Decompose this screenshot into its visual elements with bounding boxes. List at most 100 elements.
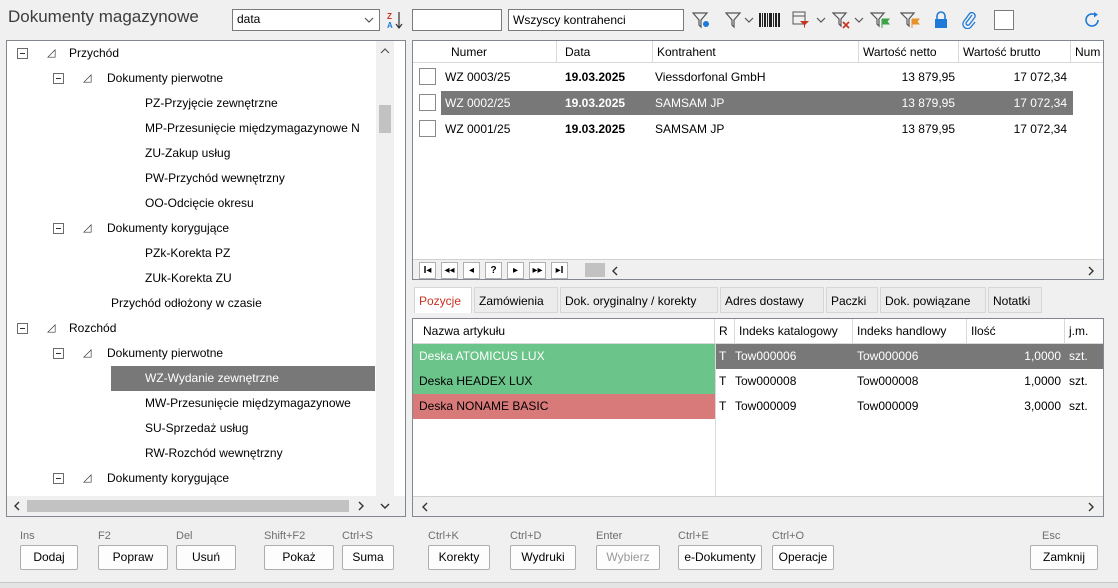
- grid-nav-button[interactable]: ▸▸: [529, 262, 546, 279]
- filter-select[interactable]: data: [232, 9, 380, 31]
- lock-icon[interactable]: [930, 9, 952, 31]
- chevron-right-icon[interactable]: [1083, 497, 1099, 516]
- column-header[interactable]: Nazwa artykułu: [413, 319, 715, 344]
- usu--button[interactable]: Usuń: [176, 545, 236, 570]
- chevron-down-icon[interactable]: [814, 9, 828, 31]
- tab-3[interactable]: Adres dostawy: [720, 287, 824, 313]
- tree-item[interactable]: ◿ Rozchód: [7, 316, 375, 341]
- suma-button[interactable]: Suma: [342, 545, 394, 570]
- chevron-left-icon[interactable]: [9, 496, 25, 516]
- grid-nav-button[interactable]: ◂: [463, 262, 480, 279]
- tree-item[interactable]: RW-Rozchód wewnętrzny: [7, 441, 375, 466]
- grid-nav-button[interactable]: ▸I: [551, 262, 568, 279]
- tab-2[interactable]: Dok. oryginalny / korekty: [560, 287, 718, 313]
- row-checkbox[interactable]: [419, 120, 436, 137]
- column-header[interactable]: Data: [561, 41, 653, 63]
- collapse-icon[interactable]: [17, 48, 28, 59]
- tree-item[interactable]: Przychód odłożony w czasie: [7, 291, 375, 316]
- table-row[interactable]: WZ 0001/25 19.03.2025 SAMSAM JP 13 879,9…: [413, 117, 1103, 141]
- column-header[interactable]: Numer: [447, 41, 557, 63]
- chevron-right-icon[interactable]: [1083, 262, 1099, 279]
- tree-item[interactable]: MP-Przesunięcie międzymagazynowe N: [7, 116, 375, 141]
- wydruki-button[interactable]: Wydruki: [510, 545, 576, 570]
- column-header[interactable]: j.m.: [1065, 319, 1103, 344]
- grid-nav-button[interactable]: ?: [485, 262, 502, 279]
- dodaj-button[interactable]: Dodaj: [20, 545, 78, 570]
- tree-item[interactable]: PW-Przychód wewnętrzny: [7, 166, 375, 191]
- contractor-filter[interactable]: Wszyscy kontrahenci: [508, 9, 684, 31]
- tree-item[interactable]: OO-Odcięcie okresu: [7, 191, 375, 216]
- popraw-button[interactable]: Popraw: [98, 545, 168, 570]
- tree-item[interactable]: ◿ Dokumenty korygujące: [7, 216, 375, 241]
- positions-horizontal-scrollbar[interactable]: [413, 496, 1103, 516]
- refresh-icon[interactable]: [1080, 9, 1104, 31]
- collapse-icon[interactable]: [53, 223, 64, 234]
- filter-icon[interactable]: [724, 9, 742, 31]
- scroll-thumb[interactable]: [379, 105, 391, 133]
- tree-item[interactable]: ◿ Dokumenty pierwotne: [7, 341, 375, 366]
- tree-item[interactable]: WZ-Wydanie zewnętrzne: [7, 366, 375, 391]
- wybierz-button[interactable]: Wybierz: [596, 545, 660, 570]
- attachment-icon[interactable]: [958, 9, 980, 31]
- tree-vertical-scrollbar[interactable]: [376, 41, 394, 496]
- row-checkbox[interactable]: [419, 94, 436, 111]
- chevron-left-icon[interactable]: [607, 262, 623, 279]
- tree-item[interactable]: SU-Sprzedaż usług: [7, 416, 375, 441]
- chevron-down-icon[interactable]: [742, 9, 756, 31]
- tab-6[interactable]: Notatki: [988, 287, 1042, 313]
- grid-nav-button[interactable]: ◂◂: [441, 262, 458, 279]
- filter-contractor-icon[interactable]: [690, 9, 712, 31]
- table-row[interactable]: WZ 0003/25 19.03.2025 Viessdorfonal GmbH…: [413, 65, 1103, 89]
- korekty-button[interactable]: Korekty: [428, 545, 490, 570]
- tree-item[interactable]: MW-Przesunięcie międzymagazynowe: [7, 391, 375, 416]
- barcode-icon[interactable]: [758, 9, 782, 31]
- row-checkbox[interactable]: [419, 68, 436, 85]
- tree-item[interactable]: PZk-Korekta PZ: [7, 241, 375, 266]
- poka--button[interactable]: Pokaż: [264, 545, 334, 570]
- e-dokumenty-button[interactable]: e-Dokumenty: [678, 545, 762, 570]
- table-row[interactable]: WZ 0002/25 19.03.2025 SAMSAM JP 13 879,9…: [413, 91, 1103, 115]
- column-header[interactable]: Wartość netto: [859, 41, 959, 63]
- chevron-right-icon[interactable]: [353, 496, 369, 516]
- table-row[interactable]: Deska ATOMICUS LUX T Tow000006 Tow000006…: [413, 344, 1103, 369]
- tree-item[interactable]: ZUk-Korekta ZU: [7, 266, 375, 291]
- chevron-down-icon[interactable]: [377, 496, 393, 516]
- collapse-icon[interactable]: [53, 73, 64, 84]
- tree-item[interactable]: ◿ Dokumenty korygujące: [7, 466, 375, 491]
- tree-item[interactable]: ZU-Zakup usług: [7, 141, 375, 166]
- tab-0[interactable]: Pozycje: [414, 287, 472, 313]
- green-flag-filter-icon[interactable]: [868, 9, 892, 31]
- grid-nav-button[interactable]: I◂: [419, 262, 436, 279]
- clear-filter-icon[interactable]: [830, 9, 852, 31]
- scroll-thumb[interactable]: [585, 263, 605, 277]
- tree-item[interactable]: ◿ Przychód: [7, 41, 375, 66]
- collapse-icon[interactable]: [53, 473, 64, 484]
- sort-az-icon[interactable]: ZA: [384, 9, 406, 31]
- column-header[interactable]: Kontrahent: [653, 41, 859, 63]
- tree-horizontal-scrollbar[interactable]: [7, 496, 405, 516]
- table-row[interactable]: Deska HEADEX LUX T Tow000008 Tow000008 1…: [413, 369, 1103, 394]
- orange-flag-filter-icon[interactable]: [898, 9, 922, 31]
- collapse-icon[interactable]: [53, 348, 64, 359]
- toggle-checkbox[interactable]: [994, 10, 1014, 30]
- column-header[interactable]: Indeks handlowy: [853, 319, 967, 344]
- filter-columns-icon[interactable]: [790, 9, 812, 31]
- zamknij-button[interactable]: Zamknij: [1030, 545, 1098, 570]
- column-header[interactable]: Num: [1071, 41, 1103, 63]
- tree-item[interactable]: ◿ Dokumenty pierwotne: [7, 66, 375, 91]
- tab-5[interactable]: Dok. powiązane: [880, 287, 986, 313]
- column-header[interactable]: R: [715, 319, 735, 344]
- collapse-icon[interactable]: [17, 323, 28, 334]
- grid-nav-button[interactable]: ▸: [507, 262, 524, 279]
- search-input[interactable]: [412, 9, 502, 31]
- tab-4[interactable]: Paczki: [826, 287, 878, 313]
- chevron-up-icon[interactable]: [376, 41, 394, 61]
- operacje-button[interactable]: Operacje: [772, 545, 834, 570]
- chevron-left-icon[interactable]: [417, 497, 433, 516]
- table-row[interactable]: Deska NONAME BASIC T Tow000009 Tow000009…: [413, 394, 1103, 419]
- scroll-thumb[interactable]: [27, 500, 349, 512]
- column-header[interactable]: Indeks katalogowy: [735, 319, 853, 344]
- tree-item[interactable]: PZ-Przyjęcie zewnętrzne: [7, 91, 375, 116]
- column-header[interactable]: Wartość brutto: [959, 41, 1071, 63]
- chevron-down-icon[interactable]: [852, 9, 866, 31]
